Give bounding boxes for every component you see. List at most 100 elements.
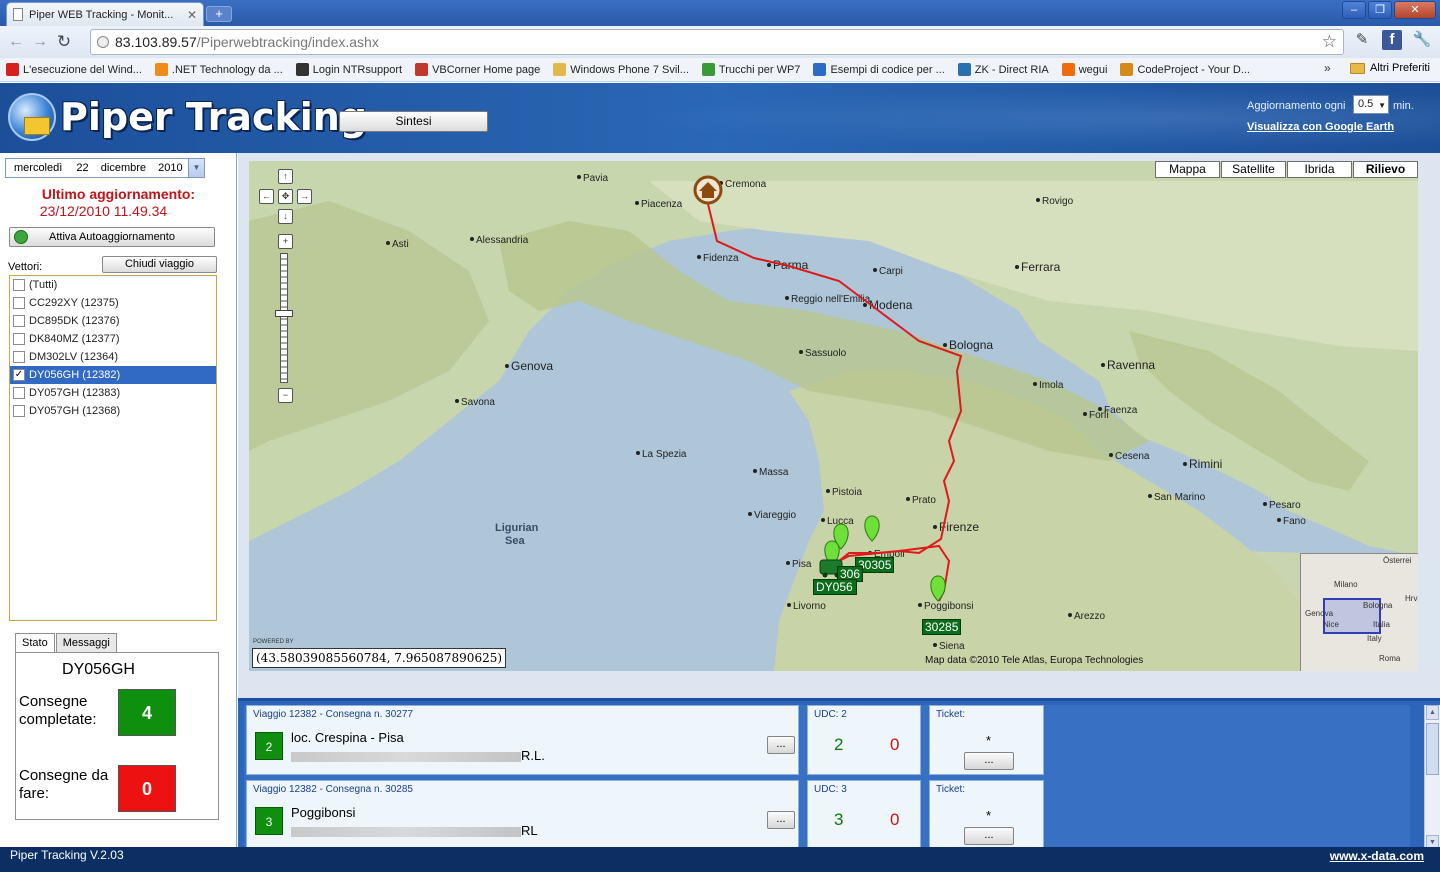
- bookmark-label: Esempi di codice per ...: [830, 63, 945, 76]
- date-day: 22: [76, 162, 89, 174]
- vehicle-item[interactable]: DY057GH (12383): [10, 384, 216, 402]
- vehicle-checkbox[interactable]: [13, 333, 25, 345]
- refresh-interval-select[interactable]: 0.5 ▼: [1353, 95, 1389, 114]
- restore-button[interactable]: ❐: [1368, 1, 1392, 19]
- pan-down-icon[interactable]: ↓: [278, 209, 293, 224]
- bookmark-item[interactable]: L'esecuzione del Wind...: [6, 63, 142, 76]
- bookmark-star-icon[interactable]: ☆: [1322, 32, 1337, 52]
- svg-text:Imola: Imola: [1039, 380, 1064, 391]
- vehicle-checkbox[interactable]: ✓: [13, 369, 25, 381]
- auto-update-button[interactable]: Attiva Autoaggiornamento: [9, 227, 215, 247]
- forward-icon[interactable]: →: [28, 30, 52, 54]
- delivery-detail-button[interactable]: ...: [767, 811, 795, 829]
- ticket-button[interactable]: ...: [964, 752, 1014, 770]
- url-path: /Piperwebtracking/index.ashx: [196, 34, 379, 50]
- vehicle-checkbox[interactable]: [13, 297, 25, 309]
- vehicle-item[interactable]: DC895DK (12376): [10, 312, 216, 330]
- close-tab-icon[interactable]: ✕: [187, 8, 197, 22]
- new-tab-button[interactable]: +: [206, 6, 232, 22]
- ticket-caption: Ticket:: [936, 709, 966, 720]
- bookmark-item[interactable]: VBCorner Home page: [415, 63, 540, 76]
- vehicle-label: DC895DK (12376): [29, 315, 120, 327]
- marker-label[interactable]: 30285: [922, 619, 962, 635]
- zoom-handle[interactable]: [275, 310, 293, 317]
- bookmark-item[interactable]: wegui: [1061, 63, 1107, 76]
- other-bookmarks[interactable]: Altri Preferiti: [1350, 62, 1430, 74]
- bookmark-item[interactable]: ZK - Direct RIA: [957, 63, 1049, 76]
- vehicle-item[interactable]: DK840MZ (12377): [10, 330, 216, 348]
- reload-icon[interactable]: ↻: [52, 30, 76, 54]
- wrench-icon[interactable]: 🔧: [1412, 30, 1432, 50]
- vehicle-checkbox[interactable]: [13, 405, 25, 417]
- pan-center-icon[interactable]: ✥: [278, 189, 293, 204]
- vehicle-item[interactable]: CC292XY (12375): [10, 294, 216, 312]
- bookmark-item[interactable]: Login NTRsupport: [295, 63, 402, 76]
- svg-text:Cesena: Cesena: [1115, 451, 1150, 462]
- facebook-icon[interactable]: f: [1382, 30, 1402, 50]
- extension-icon[interactable]: ✎: [1352, 30, 1372, 50]
- overview-map[interactable]: Milano Genova Nice Italia Italy Bologna Roma Ös…: [1300, 553, 1418, 671]
- tab-messaggi[interactable]: Messaggi: [55, 633, 117, 653]
- back-icon[interactable]: ←: [4, 30, 28, 54]
- svg-text:Rimini: Rimini: [1189, 457, 1222, 471]
- zoom-in-icon[interactable]: +: [278, 234, 293, 249]
- delivery-row: Viaggio 12382 - Consegna n. 30285 3 Pogg…: [244, 780, 1410, 850]
- dropdown-arrow-icon[interactable]: ▼: [188, 159, 204, 177]
- svg-text:Pistoia: Pistoia: [832, 487, 862, 498]
- pan-right-icon[interactable]: →: [297, 189, 312, 204]
- tab-stato[interactable]: Stato: [15, 633, 55, 654]
- date-picker[interactable]: mercoledì 22 dicembre 2010 ▼: [5, 158, 205, 178]
- browser-tab[interactable]: Piper WEB Tracking - Monit... ✕: [6, 2, 204, 26]
- svg-text:Arezzo: Arezzo: [1074, 611, 1106, 622]
- delivery-scrollbar[interactable]: ▲ ▼: [1424, 705, 1440, 850]
- bookmark-item[interactable]: Trucchi per WP7: [701, 63, 800, 76]
- pan-left-icon[interactable]: ←: [259, 189, 274, 204]
- delivery-destination: loc. Crespina - Pisa: [291, 730, 404, 745]
- vehicle-label[interactable]: DY056: [813, 579, 857, 595]
- vehicle-label: (Tutti): [29, 279, 58, 291]
- delivery-detail-button[interactable]: ...: [767, 736, 795, 754]
- pan-control: ↑ ← ✥ → ↓: [251, 165, 312, 225]
- close-window-button[interactable]: ✕: [1394, 1, 1436, 19]
- udc-cell: UDC: 3 3 0: [807, 780, 921, 850]
- map-type-satellite[interactable]: Satellite: [1221, 161, 1286, 178]
- bookmark-item[interactable]: CodeProject - Your D...: [1120, 63, 1250, 76]
- bookmark-item[interactable]: Windows Phone 7 Svil...: [553, 63, 689, 76]
- address-bar[interactable]: 83.103.89.57/Piperwebtracking/index.ashx…: [90, 29, 1344, 55]
- city-label: Savona: [455, 397, 495, 408]
- bookmark-item[interactable]: .NET Technology da ...: [154, 63, 283, 76]
- svg-text:Pesaro: Pesaro: [1269, 500, 1301, 511]
- vehicle-checkbox[interactable]: [13, 315, 25, 327]
- city-label: La Spezia: [636, 449, 687, 460]
- vehicle-checkbox[interactable]: [13, 351, 25, 363]
- vehicle-item[interactable]: (Tutti): [10, 276, 216, 294]
- xdata-link[interactable]: www.x-data.com: [1330, 849, 1424, 863]
- google-earth-link[interactable]: Visualizza con Google Earth: [1247, 121, 1394, 133]
- svg-text:Modena: Modena: [869, 298, 913, 312]
- scroll-up-icon[interactable]: ▲: [1426, 705, 1439, 720]
- ticket-button[interactable]: ...: [964, 827, 1014, 845]
- map-type-mappa[interactable]: Mappa: [1155, 161, 1220, 178]
- map-canvas[interactable]: Ligurian Sea Piacenza Cremona Parma Reggio …: [249, 161, 1418, 671]
- home-marker-icon[interactable]: [693, 175, 723, 205]
- zoom-out-icon[interactable]: −: [278, 388, 293, 403]
- minimize-button[interactable]: –: [1342, 1, 1366, 19]
- vehicle-item[interactable]: DM302LV (12364): [10, 348, 216, 366]
- vehicle-checkbox[interactable]: [13, 387, 25, 399]
- refresh-interval-value: 0.5: [1358, 98, 1374, 110]
- more-bookmarks-icon[interactable]: »: [1324, 61, 1331, 75]
- svg-text:Fano: Fano: [1283, 516, 1306, 527]
- vehicle-checkbox[interactable]: [13, 279, 25, 291]
- svg-text:Livorno: Livorno: [793, 601, 826, 612]
- pan-up-icon[interactable]: ↑: [278, 169, 293, 184]
- scroll-thumb[interactable]: [1426, 723, 1439, 775]
- map-copyright: Map data ©2010 Tele Atlas, Europa Techno…: [925, 655, 1144, 666]
- vehicle-item[interactable]: ✓ DY056GH (12382): [10, 366, 216, 384]
- bookmark-item[interactable]: Esempi di codice per ...: [813, 63, 945, 76]
- vehicle-item[interactable]: DY057GH (12368): [10, 402, 216, 420]
- close-trip-button[interactable]: Chiudi viaggio: [102, 256, 217, 273]
- zoom-slider[interactable]: [280, 253, 288, 383]
- map-type-ibrida[interactable]: Ibrida: [1287, 161, 1352, 178]
- map-type-rilievo[interactable]: Rilievo: [1353, 161, 1418, 178]
- sintesi-button[interactable]: Sintesi: [339, 111, 488, 132]
